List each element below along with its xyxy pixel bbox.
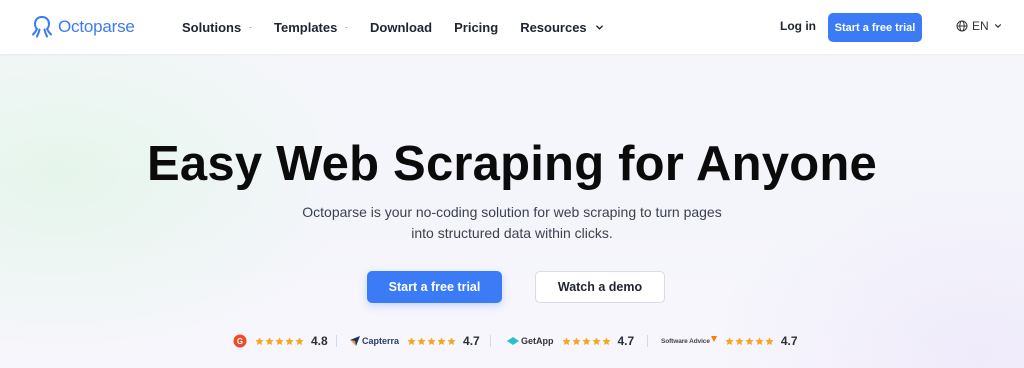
logo[interactable]: Octoparse [31, 14, 135, 40]
star-icon [581, 336, 591, 345]
language-label: EN [972, 19, 989, 33]
star-icon [735, 336, 744, 345]
octopus-logo-icon [31, 15, 53, 39]
divider [336, 335, 337, 347]
nav-item-templates[interactable]: Templates [274, 0, 348, 54]
star-icon [285, 336, 294, 345]
star-icon [561, 336, 571, 345]
star-icon [255, 336, 264, 345]
hero-subtitle-line-1: Octoparse is your no-coding solution for… [302, 204, 722, 220]
g2-logo-icon: G [233, 334, 247, 348]
star-rating [255, 336, 305, 346]
chevron-down-icon [345, 26, 348, 28]
rating-score: 4.7 [780, 334, 798, 348]
rating-getapp: GetApp 4.7 [507, 331, 634, 351]
rating-capterra: Capterra 4.7 [350, 331, 480, 351]
header-start-trial-button[interactable]: Start a free trial [828, 13, 922, 42]
star-icon [591, 336, 601, 345]
software-advice-brand: Software Advice [661, 337, 710, 345]
nav-item-label: Solutions [182, 19, 242, 35]
nav-item-label: Resources [520, 19, 587, 35]
globe-icon [956, 20, 968, 32]
ratings-bar: G 4.8 Capterra 4.7 GetApp 4.7 Software A… [0, 331, 1024, 351]
rating-score: 4.7 [463, 334, 480, 348]
nav-item-label: Download [370, 19, 433, 35]
logo-text: Octoparse [58, 17, 135, 36]
star-icon [437, 336, 446, 345]
main-nav: Solutions Templates Download Pricing Res… [182, 0, 626, 54]
star-rating [407, 336, 457, 346]
star-icon [601, 336, 611, 345]
star-icon [447, 336, 456, 345]
nav-item-pricing[interactable]: Pricing [454, 0, 498, 54]
nav-item-resources[interactable]: Resources [520, 0, 603, 54]
login-link[interactable]: Log in [780, 19, 816, 33]
star-icon [417, 336, 426, 345]
star-icon [265, 336, 274, 345]
getapp-brand: GetApp [521, 336, 554, 346]
svg-text:G: G [237, 337, 243, 346]
site-header: Octoparse Solutions Templates Download P… [0, 0, 1024, 54]
chevron-down-icon [595, 24, 603, 30]
star-icon [765, 336, 774, 345]
star-rating [561, 336, 612, 346]
star-icon [755, 336, 764, 345]
watch-demo-button[interactable]: Watch a demo [535, 271, 665, 303]
star-rating [725, 336, 775, 346]
capterra-logo-icon [350, 336, 360, 346]
hero-subtitle-line-2: into structured data within clicks. [411, 225, 613, 241]
rating-software-advice: Software Advice 4.7 [661, 331, 798, 351]
star-icon [275, 336, 284, 345]
language-selector[interactable]: EN [956, 19, 1002, 33]
chevron-down-icon [994, 24, 1001, 28]
nav-item-solutions[interactable]: Solutions [182, 0, 252, 54]
star-icon [295, 336, 304, 345]
nav-item-download[interactable]: Download [370, 0, 432, 54]
hero-title: Easy Web Scraping for Anyone [147, 137, 877, 191]
software-advice-logo-icon [710, 336, 717, 342]
nav-item-label: Pricing [454, 19, 499, 35]
star-icon [725, 336, 734, 345]
nav-item-label: Templates [274, 19, 338, 35]
capterra-brand: Capterra [362, 336, 400, 346]
hero-subtitle: Octoparse is your no-coding solution for… [262, 202, 762, 244]
chevron-down-icon [249, 26, 252, 28]
start-free-trial-button[interactable]: Start a free trial [367, 271, 502, 303]
star-icon [571, 336, 581, 345]
getapp-logo-icon [507, 337, 519, 345]
divider [490, 335, 491, 347]
star-icon [407, 336, 416, 345]
rating-score: 4.7 [617, 334, 635, 348]
rating-g2: G 4.8 [233, 331, 328, 351]
divider [647, 335, 648, 347]
star-icon [745, 336, 754, 345]
rating-score: 4.8 [311, 334, 328, 348]
star-icon [427, 336, 436, 345]
